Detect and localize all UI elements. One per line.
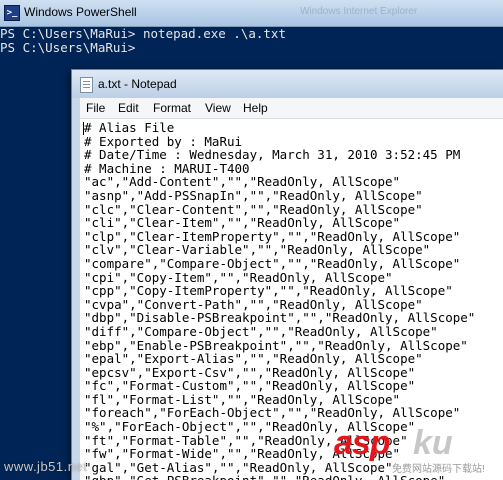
watermark-site: www.jb51.net (4, 459, 88, 474)
notepad-text-line: # Exported by : MaRui (84, 133, 243, 149)
notepad-text-line: "epcsv","Export-Csv","","ReadOnly, AllSc… (84, 364, 416, 380)
notepad-text-line: "gbp","Get-PSBreakpoint","","ReadOnly, A… (84, 474, 475, 480)
notepad-text-line: "cvpa","Convert-Path","","ReadOnly, AllS… (84, 296, 423, 312)
notepad-window: a.txt - Notepad File Edit Format View He… (71, 69, 503, 480)
menu-format[interactable]: Format (153, 101, 191, 115)
notepad-text-line: # Machine : MARUI-T400 (84, 160, 250, 176)
notepad-text-line: "fc","Format-Custom","","ReadOnly, AllSc… (84, 378, 416, 394)
menu-file[interactable]: File (86, 101, 105, 115)
notepad-text-line: "ac","Add-Content","","ReadOnly, AllScop… (84, 174, 401, 190)
notepad-text-line: "fl","Format-List","","ReadOnly, AllScop… (84, 391, 401, 407)
notepad-text-line: "clp","Clear-ItemProperty","","ReadOnly,… (84, 228, 461, 244)
notepad-text-line: "clc","Clear-Content","","ReadOnly, AllS… (84, 201, 423, 217)
notepad-text-line: "compare","Compare-Object","","ReadOnly,… (84, 255, 461, 271)
notepad-text-line: "foreach","ForEach-Object","","ReadOnly,… (84, 405, 461, 421)
powershell-titlebar[interactable]: >_ Windows PowerShell Windows Internet E… (0, 0, 503, 27)
console-prompt-line: PS C:\Users\MaRui> (0, 40, 136, 55)
background-window-title: Windows Internet Explorer (300, 6, 418, 17)
powershell-icon: >_ (4, 5, 20, 21)
notepad-text-line: "dbp","Disable-PSBreakpoint","","ReadOnl… (84, 310, 476, 326)
notepad-text-line: # Alias File (84, 120, 175, 135)
notepad-titlebar[interactable]: a.txt - Notepad (72, 70, 503, 98)
notepad-text-line: "diff","Compare-Object","","ReadOnly, Al… (84, 323, 438, 339)
menu-edit[interactable]: Edit (118, 101, 139, 115)
powershell-console[interactable]: PS C:\Users\MaRui> notepad.exe .\a.txt P… (0, 27, 503, 55)
powershell-title: Windows PowerShell (24, 5, 137, 19)
notepad-text-line: "epal","Export-Alias","","ReadOnly, AllS… (84, 351, 423, 367)
notepad-text-line: # Date/Time : Wednesday, March 31, 2010 … (84, 147, 461, 163)
console-line: PS C:\Users\MaRui> notepad.exe .\a.txt (0, 26, 286, 41)
notepad-title: a.txt - Notepad (98, 77, 177, 91)
notepad-text-line: "cli","Clear-Item","","ReadOnly, AllScop… (84, 215, 401, 231)
menu-view[interactable]: View (205, 101, 231, 115)
watermark-brand-asp: asp (334, 424, 391, 462)
notepad-text-line: "asnp","Add-PSSnapIn","","ReadOnly, AllS… (84, 187, 423, 203)
watermark-brand-ku: ku (413, 424, 453, 462)
menu-help[interactable]: Help (243, 101, 268, 115)
notepad-document-icon (80, 77, 93, 93)
notepad-text-line: "cpp","Copy-ItemProperty","","ReadOnly, … (84, 283, 453, 299)
watermark-slogan: 免费网站源码下载站! (392, 464, 485, 475)
notepad-menubar: File Edit Format View Help (80, 98, 503, 119)
notepad-text-line: "cpi","Copy-Item","","ReadOnly, AllScope… (84, 269, 393, 285)
notepad-text-line: "clv","Clear-Variable","","ReadOnly, All… (84, 242, 431, 258)
notepad-text-line: "ebp","Enable-PSBreakpoint","","ReadOnly… (84, 337, 468, 353)
